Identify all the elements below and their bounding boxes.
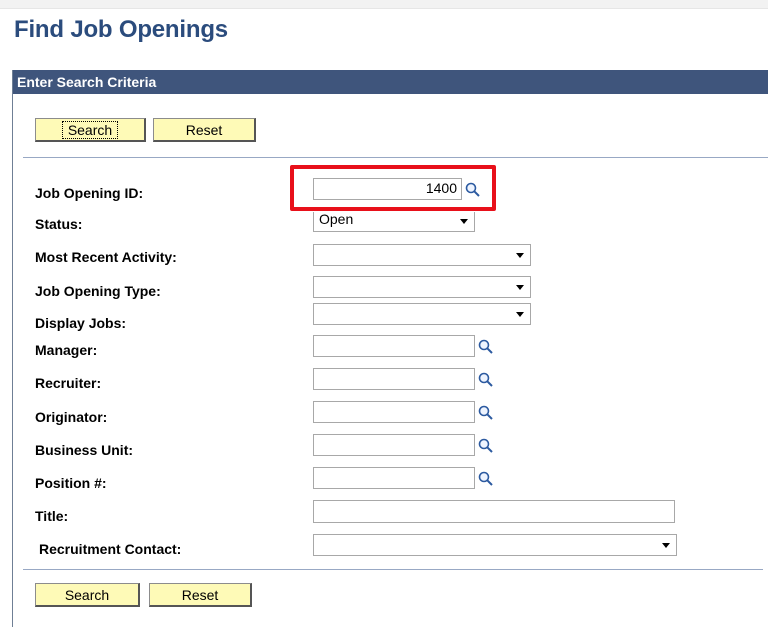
manager-input[interactable] xyxy=(313,335,475,357)
status-value: Open xyxy=(319,211,354,227)
most-recent-activity-select[interactable] xyxy=(313,244,531,266)
most-recent-activity-label: Most Recent Activity: xyxy=(35,249,177,265)
search-icon[interactable] xyxy=(477,404,495,422)
search-icon[interactable] xyxy=(477,338,495,356)
recruitment-contact-label: Recruitment Contact: xyxy=(39,541,182,557)
chevron-down-icon xyxy=(516,253,524,258)
title-label: Title: xyxy=(35,508,69,524)
job-opening-id-label: Job Opening ID: xyxy=(35,185,144,201)
search-criteria-panel: Enter Search Criteria Search Reset Job O… xyxy=(12,70,768,627)
position-number-input[interactable] xyxy=(313,467,475,489)
search-icon[interactable] xyxy=(477,371,495,389)
panel-header: Enter Search Criteria xyxy=(13,70,768,94)
reset-button-top[interactable]: Reset xyxy=(153,118,256,142)
search-icon[interactable] xyxy=(477,437,495,455)
search-button-label: Search xyxy=(61,121,119,139)
manager-label: Manager: xyxy=(35,342,98,358)
chevron-down-icon xyxy=(662,543,670,548)
business-unit-label: Business Unit: xyxy=(35,442,134,458)
chevron-down-icon xyxy=(516,312,524,317)
top-border xyxy=(0,0,768,9)
chevron-down-icon xyxy=(516,285,524,290)
reset-button-bottom[interactable]: Reset xyxy=(149,583,252,607)
annotation-highlight-box xyxy=(290,165,496,211)
job-opening-type-label: Job Opening Type: xyxy=(35,283,161,299)
status-select[interactable]: Open xyxy=(313,211,475,232)
divider-top xyxy=(23,157,768,158)
display-jobs-select[interactable] xyxy=(313,303,531,325)
recruiter-label: Recruiter: xyxy=(35,375,102,391)
search-button-top[interactable]: Search xyxy=(35,118,146,142)
originator-input[interactable] xyxy=(313,401,475,423)
chevron-down-icon xyxy=(460,219,468,224)
originator-label: Originator: xyxy=(35,409,108,425)
search-icon[interactable] xyxy=(477,470,495,488)
status-label: Status: xyxy=(35,216,83,232)
search-button-bottom[interactable]: Search xyxy=(35,583,140,607)
recruiter-input[interactable] xyxy=(313,368,475,390)
display-jobs-label: Display Jobs: xyxy=(35,315,127,331)
recruitment-contact-select[interactable] xyxy=(313,534,677,556)
page-title: Find Job Openings xyxy=(14,16,228,43)
business-unit-input[interactable] xyxy=(313,434,475,456)
divider-bottom xyxy=(23,569,763,570)
position-number-label: Position #: xyxy=(35,475,107,491)
title-input[interactable] xyxy=(313,500,675,523)
job-opening-type-select[interactable] xyxy=(313,276,531,298)
